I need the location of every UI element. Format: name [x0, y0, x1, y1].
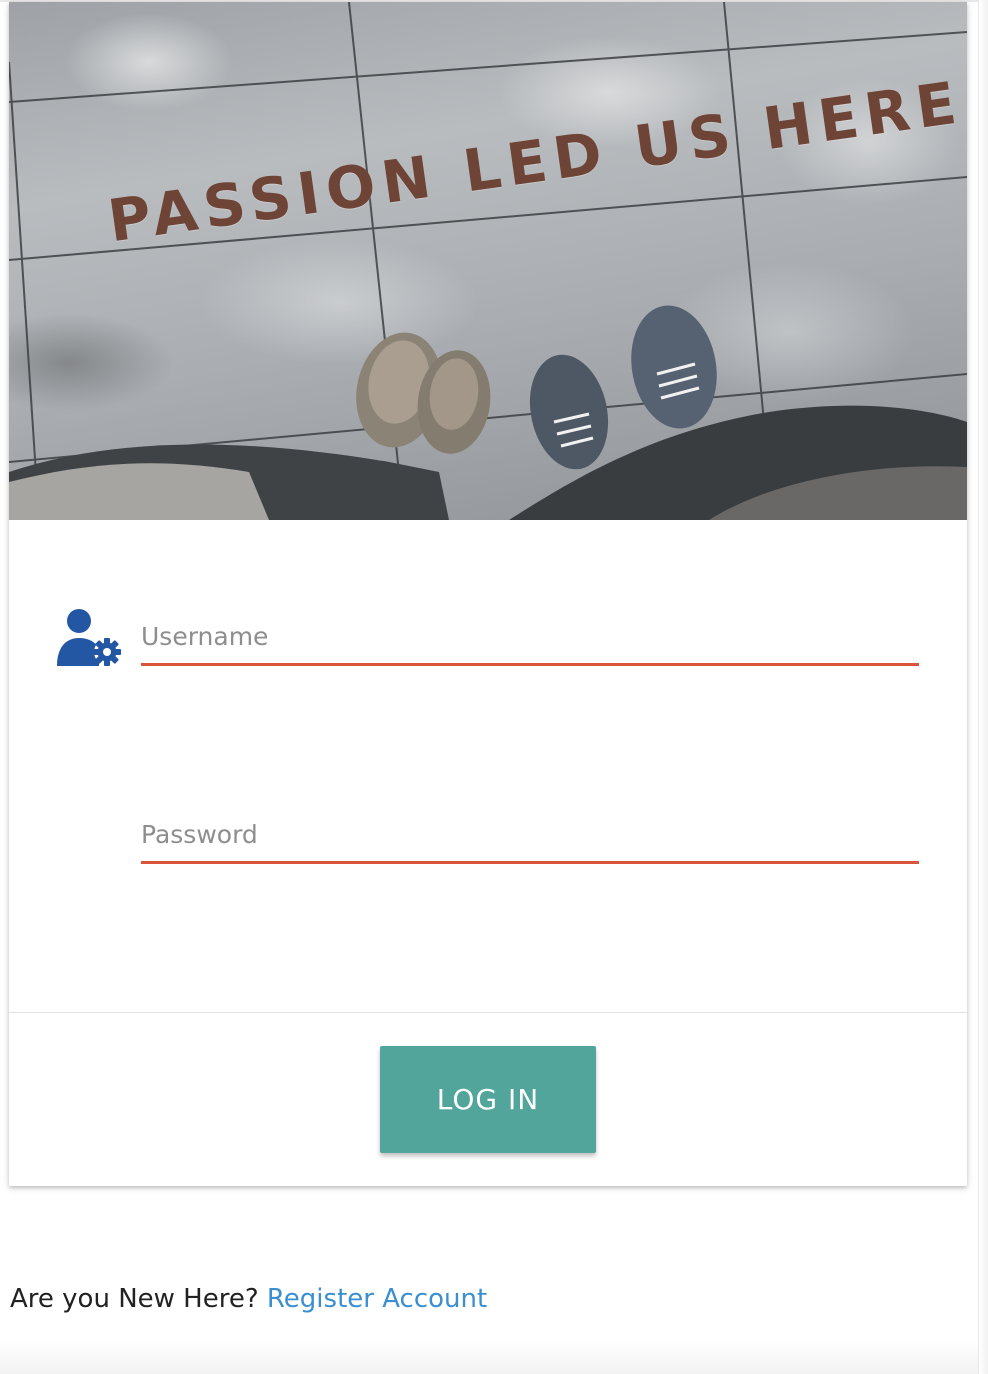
login-button[interactable]: LOG IN — [380, 1046, 596, 1153]
login-card: PASSION LED US HERE Username LOG IN — [9, 2, 967, 1186]
register-account-link[interactable]: Register Account — [267, 1284, 487, 1314]
card-divider — [9, 1012, 967, 1013]
password-input[interactable] — [141, 820, 919, 864]
login-page: PASSION LED US HERE Username LOG IN Are … — [0, 0, 988, 1374]
password-field-wrapper — [141, 820, 919, 864]
new-here-text: Are you New Here? — [10, 1284, 267, 1314]
pavement-illustration — [9, 2, 967, 520]
register-prompt: Are you New Here? Register Account — [10, 1284, 487, 1314]
username-field-wrapper — [141, 622, 919, 666]
username-input[interactable] — [141, 622, 919, 666]
user-gear-icon — [55, 608, 127, 668]
hero-image: PASSION LED US HERE — [9, 2, 967, 520]
bottom-fade — [0, 1340, 988, 1374]
scroll-gutter — [978, 0, 988, 1374]
